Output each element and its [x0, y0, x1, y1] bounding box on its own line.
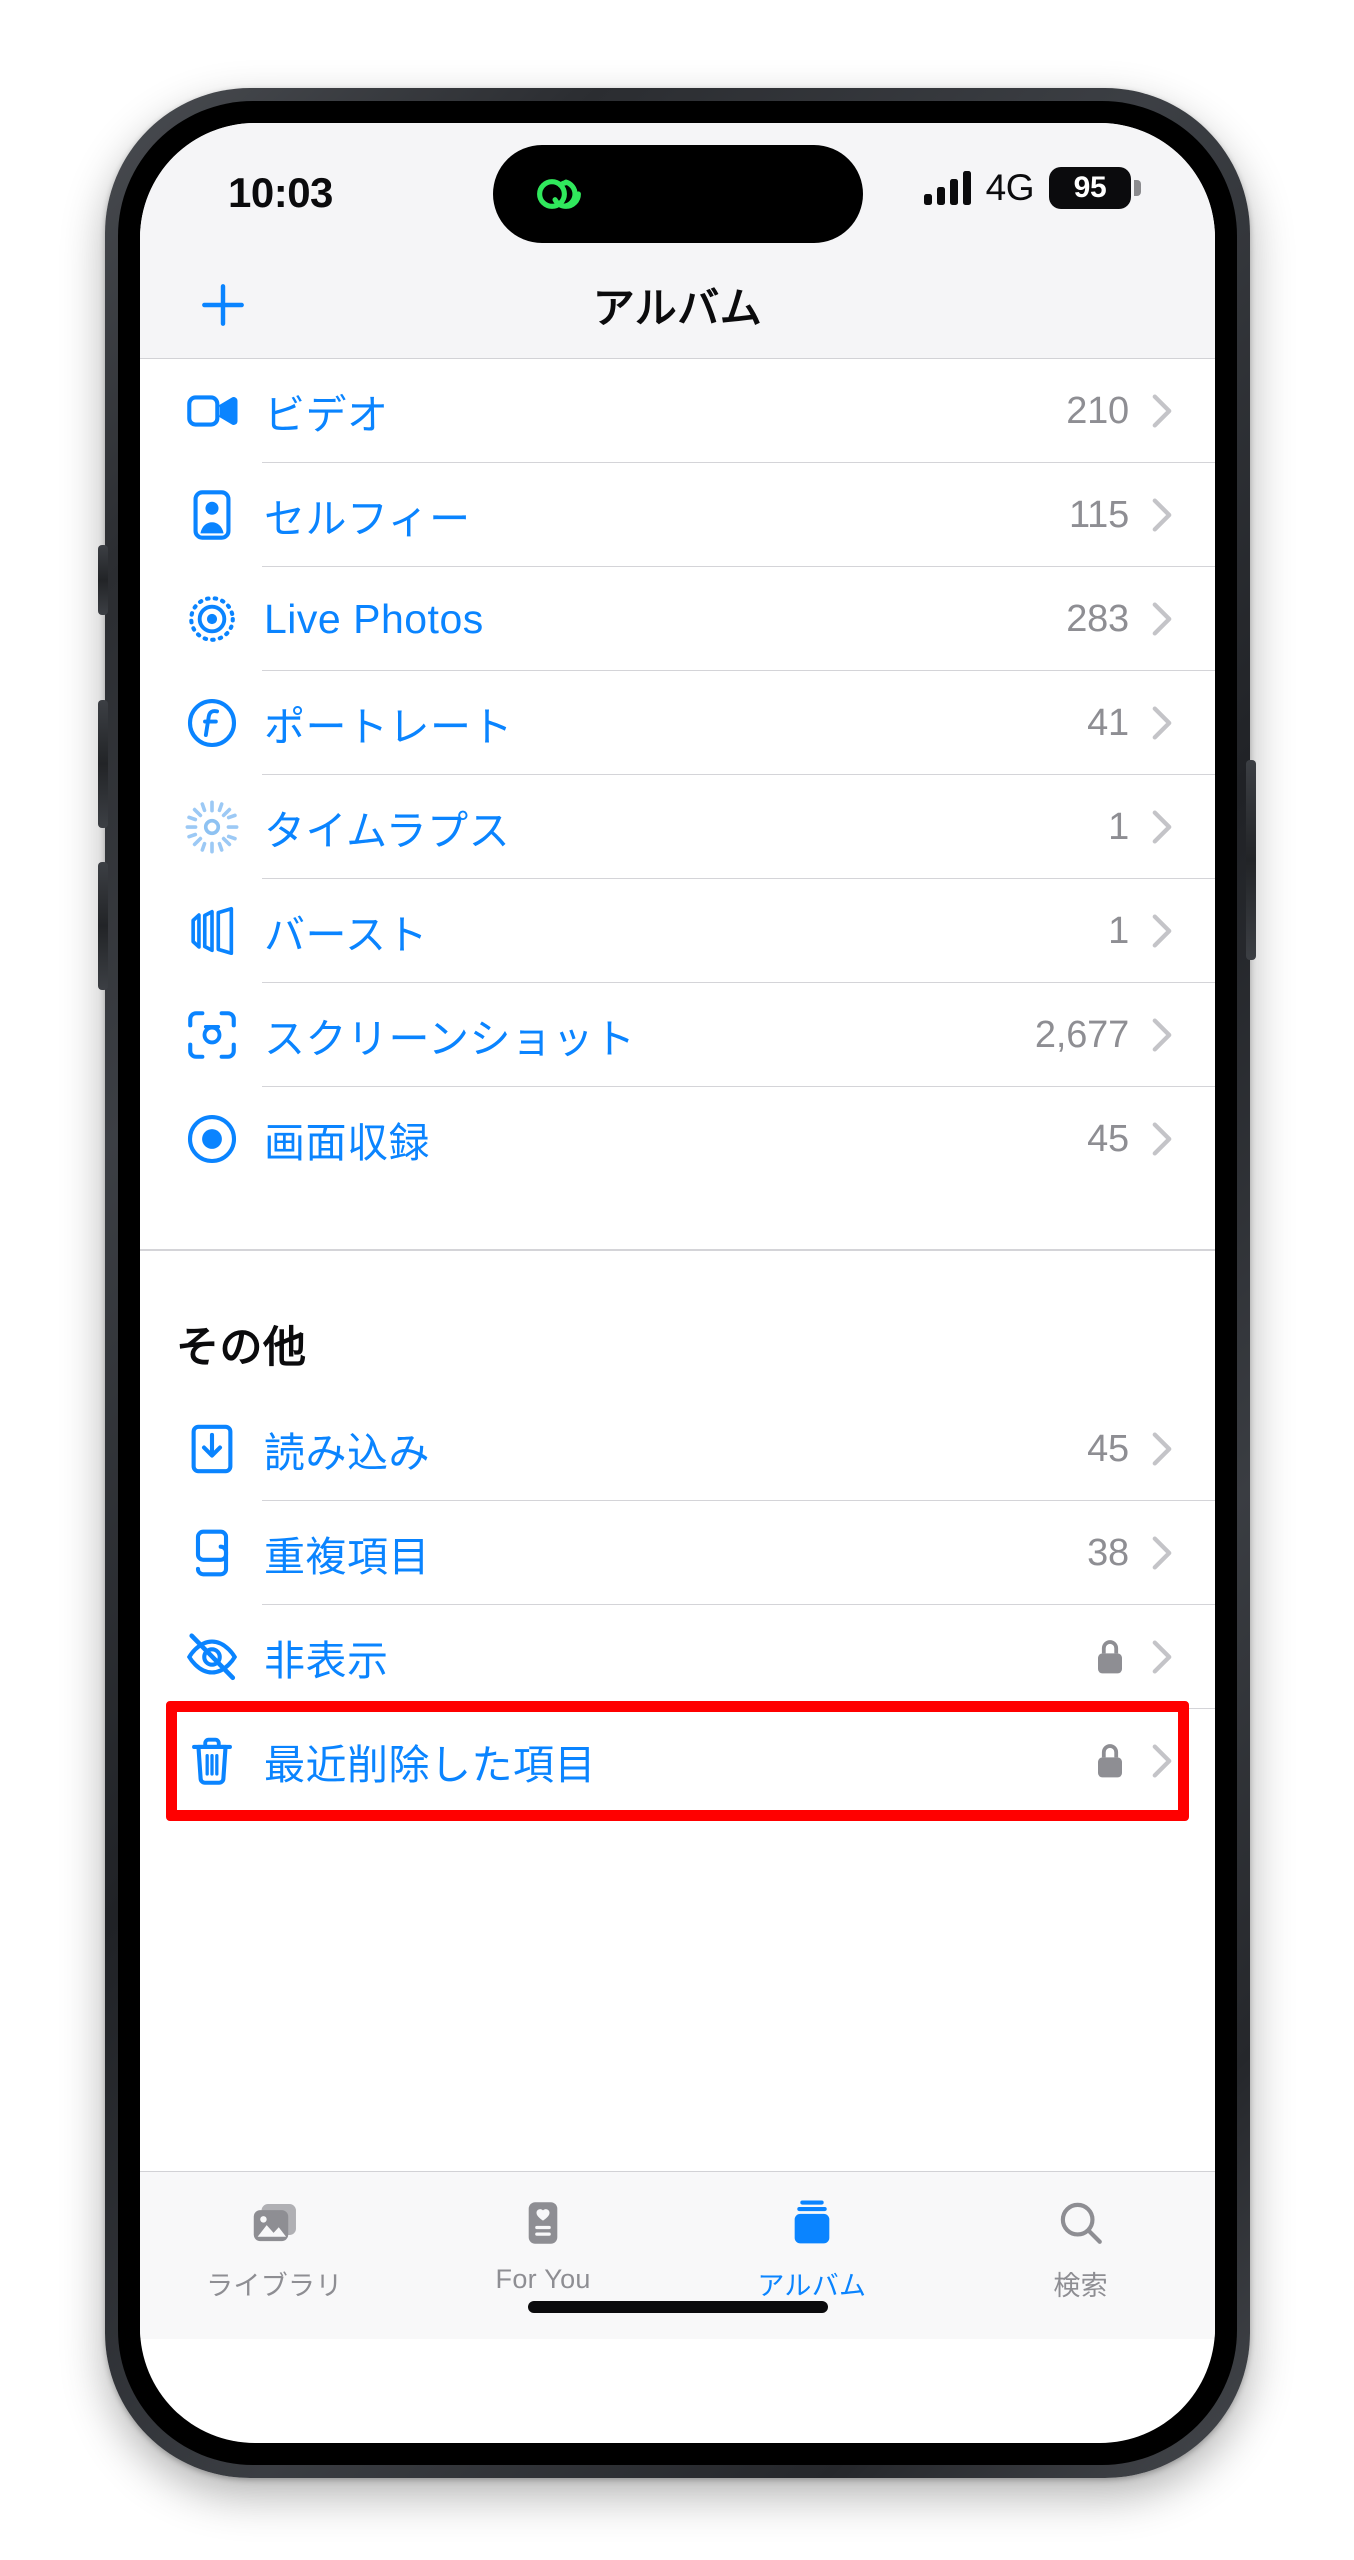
row-label: 最近削除した項目	[264, 1742, 596, 1788]
link-chain-icon	[536, 179, 581, 209]
silent-switch[interactable]	[98, 545, 108, 615]
table-row[interactable]: 画面収録 45	[140, 1087, 1215, 1191]
chevron-right-icon	[1151, 1638, 1173, 1676]
table-row[interactable]: スクリーンショット 2,677	[140, 983, 1215, 1087]
albums-stack-icon	[788, 2194, 836, 2252]
lock-icon	[1093, 1741, 1127, 1781]
table-row[interactable]: 重複項目 38	[140, 1501, 1215, 1605]
chevron-right-icon	[1151, 704, 1173, 742]
phone-screen: 10:03 4G 95 アルバム ビデオ 210 セルフィー 115 Live …	[140, 123, 1215, 2443]
row-count: 210	[1066, 389, 1129, 432]
row-count: 1	[1108, 909, 1129, 952]
screenshot-icon	[174, 997, 250, 1073]
section-header-other: その他	[140, 1305, 1215, 1397]
import-icon	[174, 1411, 250, 1487]
network-type-label: 4G	[985, 167, 1035, 208]
albums-list[interactable]: ビデオ 210 セルフィー 115 Live Photos 283 ポートレート…	[140, 359, 1215, 2171]
table-row[interactable]: Live Photos 283	[140, 567, 1215, 671]
row-count: 45	[1087, 1117, 1129, 1160]
chevron-right-icon	[1151, 496, 1173, 534]
sidebar-item-recently-deleted[interactable]: 最近削除した項目	[140, 1709, 1215, 1813]
tab-for-you[interactable]: For You	[409, 2194, 678, 2295]
photos-library-icon	[246, 2194, 302, 2252]
trash-icon	[174, 1723, 250, 1799]
row-label: 読み込み	[264, 1430, 430, 1476]
tab-albums[interactable]: アルバム	[678, 2194, 947, 2303]
row-label: ビデオ	[264, 392, 389, 438]
chevron-right-icon	[1151, 1534, 1173, 1572]
live-photos-icon	[174, 581, 250, 657]
tab-bar: ライブラリ For You アルバム 検索	[140, 2171, 1215, 2339]
cellular-signal-icon	[923, 171, 971, 205]
home-indicator[interactable]	[527, 2301, 828, 2313]
eye-slash-icon	[174, 1619, 250, 1695]
volume-up-button[interactable]	[98, 700, 108, 828]
battery-percent-label: 95	[1049, 167, 1131, 209]
status-time: 10:03	[228, 169, 333, 216]
row-label: 画面収録	[264, 1120, 430, 1166]
row-count: 41	[1087, 701, 1129, 744]
chevron-right-icon	[1151, 1016, 1173, 1054]
row-label: セルフィー	[264, 496, 471, 542]
row-label: スクリーンショット	[264, 1016, 636, 1062]
chevron-right-icon	[1151, 1430, 1173, 1468]
screen-record-icon	[174, 1101, 250, 1177]
section-divider	[140, 1249, 1215, 1305]
row-label: ポートレート	[264, 704, 513, 750]
tab-label: ライブラリ	[206, 2271, 343, 2301]
table-row[interactable]: 非表示	[140, 1605, 1215, 1709]
chevron-right-icon	[1151, 392, 1173, 430]
tab-label: アルバム	[757, 2271, 867, 2301]
table-row[interactable]: バースト 1	[140, 879, 1215, 983]
tab-search[interactable]: 検索	[946, 2194, 1215, 2303]
lock-icon	[1093, 1637, 1127, 1677]
burst-icon	[174, 893, 250, 969]
row-count: 115	[1069, 493, 1129, 536]
status-indicators: 4G 95	[923, 167, 1141, 209]
screenshot-stage: 10:03 4G 95 アルバム ビデオ 210 セルフィー 115 Live …	[0, 0, 1354, 2560]
chevron-right-icon	[1151, 1742, 1173, 1780]
search-magnifier-icon	[1056, 2194, 1106, 2252]
video-camera-icon	[174, 373, 250, 449]
page-title: アルバム	[592, 284, 763, 331]
row-label: Live Photos	[264, 595, 484, 642]
row-label: 非表示	[264, 1638, 389, 1684]
portrait-f-icon	[174, 685, 250, 761]
table-row[interactable]: タイムラプス 1	[140, 775, 1215, 879]
duplicate-icon	[174, 1515, 250, 1591]
row-label: タイムラプス	[264, 808, 511, 854]
selfie-person-icon	[174, 477, 250, 553]
chevron-right-icon	[1151, 912, 1173, 950]
chevron-right-icon	[1151, 1120, 1173, 1158]
plus-icon	[202, 283, 244, 326]
table-row[interactable]: 読み込み 45	[140, 1397, 1215, 1501]
chevron-right-icon	[1151, 808, 1173, 846]
table-row[interactable]: ポートレート 41	[140, 671, 1215, 775]
row-count: 1	[1108, 805, 1129, 848]
battery-indicator: 95	[1049, 167, 1141, 209]
status-bar: 10:03 4G 95	[140, 123, 1215, 251]
dynamic-island[interactable]	[492, 145, 863, 243]
tab-library[interactable]: ライブラリ	[140, 2194, 409, 2303]
battery-nub-icon	[1134, 180, 1141, 196]
row-count: 283	[1066, 597, 1129, 640]
table-row[interactable]: セルフィー 115	[140, 463, 1215, 567]
chevron-right-icon	[1151, 600, 1173, 638]
table-row[interactable]: ビデオ 210	[140, 359, 1215, 463]
list-spacer	[140, 1191, 1215, 1249]
row-count: 45	[1087, 1427, 1129, 1470]
row-label: バースト	[264, 912, 428, 958]
tab-label: 検索	[1053, 2271, 1108, 2301]
row-count: 2,677	[1034, 1013, 1129, 1056]
for-you-card-icon	[520, 2194, 566, 2252]
navigation-bar: アルバム	[140, 251, 1215, 359]
volume-down-button[interactable]	[98, 862, 108, 990]
row-count: 38	[1087, 1531, 1129, 1574]
add-album-button[interactable]	[192, 274, 254, 336]
tab-label: For You	[495, 2264, 591, 2294]
power-button[interactable]	[1246, 760, 1256, 960]
timelapse-icon	[174, 789, 250, 865]
row-label: 重複項目	[264, 1534, 430, 1580]
